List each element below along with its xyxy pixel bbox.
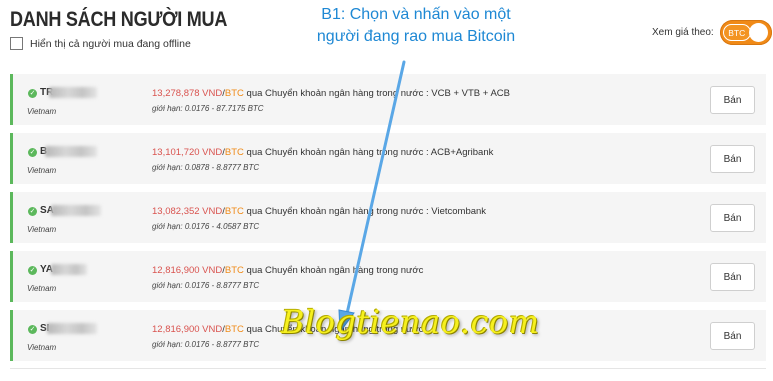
page-title: DANH SÁCH NGƯỜI MUA — [10, 8, 228, 31]
blurred-name — [45, 146, 97, 157]
offer-currency: BTC — [224, 147, 244, 158]
offer-price: 13,278,878 VND — [152, 88, 223, 99]
instruction-line-1: B1: Chọn và nhấn vào một — [321, 6, 511, 23]
list-bottom-divider — [10, 368, 766, 369]
trade-limit: giới hạn: 0.0176 - 4.0587 BTC — [152, 222, 260, 231]
check-circle-icon: ✓ — [28, 325, 37, 334]
sell-button[interactable]: Bán — [710, 322, 755, 350]
sell-button[interactable]: Bán — [710, 204, 755, 232]
offer-details: 13,082,352 VND/BTC qua Chuyển khoản ngân… — [152, 206, 487, 217]
buyer-country: Vietnam — [27, 107, 57, 116]
trade-limit: giới hạn: 0.0176 - 8.8777 BTC — [152, 281, 260, 290]
offer-currency: BTC — [224, 265, 244, 276]
sell-button[interactable]: Bán — [710, 263, 755, 291]
check-circle-icon: ✓ — [28, 266, 37, 275]
payment-method: qua Chuyển khoản ngân hàng trong nước — [243, 265, 424, 276]
check-circle-icon: ✓ — [28, 207, 37, 216]
trade-limit: giới hạn: 0.0176 - 87.7175 BTC — [152, 104, 264, 113]
payment-method: qua Chuyển khoản ngân hàng trong nước : … — [243, 147, 494, 158]
sell-button[interactable]: Bán — [710, 145, 755, 173]
offer-price: 12,816,900 VND — [152, 324, 223, 335]
offer-details: 13,278,878 VND/BTC qua Chuyển khoản ngân… — [152, 88, 510, 99]
buyer-row[interactable]: ✓ TR Vietnam 13,278,878 VND/BTC qua Chuy… — [10, 74, 766, 125]
instruction-annotation: B1: Chọn và nhấn vào một người đang rao … — [296, 4, 536, 48]
price-view-label: Xem giá theo: — [652, 27, 714, 38]
show-offline-option[interactable]: Hiển thị cả người mua đang offline — [10, 37, 191, 50]
buyer-row[interactable]: ✓ YA Vietnam 12,816,900 VND/BTC qua Chuy… — [10, 251, 766, 302]
currency-toggle[interactable]: BTC — [719, 20, 772, 45]
blurred-name — [51, 264, 87, 275]
currency-toggle-label: BTC — [722, 24, 751, 41]
watermark-logo: Blogtienao.com — [281, 303, 540, 341]
offer-price: 13,082,352 VND — [152, 206, 223, 217]
blurred-name — [51, 205, 101, 216]
offer-price: 12,816,900 VND — [152, 265, 223, 276]
buyer-country: Vietnam — [27, 166, 57, 175]
toggle-switch-knob — [748, 23, 768, 42]
check-circle-icon: ✓ — [28, 89, 37, 98]
price-currency-selector: Xem giá theo: BTC — [652, 20, 772, 45]
payment-method: qua Chuyển khoản ngân hàng trong nước : … — [243, 88, 510, 99]
blurred-name — [47, 323, 97, 334]
buyer-country: Vietnam — [27, 225, 57, 234]
check-circle-icon: ✓ — [28, 148, 37, 157]
offer-currency: BTC — [224, 88, 244, 99]
trade-limit: giới hạn: 0.0176 - 8.8777 BTC — [152, 340, 260, 349]
show-offline-checkbox[interactable] — [10, 37, 23, 50]
buyer-row[interactable]: ✓ B Vietnam 13,101,720 VND/BTC qua Chuyể… — [10, 133, 766, 184]
offer-details: 12,816,900 VND/BTC qua Chuyển khoản ngân… — [152, 265, 424, 276]
payment-method: qua Chuyển khoản ngân hàng trong nước : … — [243, 206, 487, 217]
sell-button[interactable]: Bán — [710, 86, 755, 114]
show-offline-label: Hiển thị cả người mua đang offline — [30, 37, 191, 50]
blurred-name — [49, 87, 97, 98]
offer-details: 13,101,720 VND/BTC qua Chuyển khoản ngân… — [152, 147, 494, 158]
trade-limit: giới hạn: 0.0878 - 8.8777 BTC — [152, 163, 260, 172]
offer-currency: BTC — [224, 206, 244, 217]
buyer-country: Vietnam — [27, 284, 57, 293]
buyer-country: Vietnam — [27, 343, 57, 352]
offer-currency: BTC — [224, 324, 244, 335]
offer-price: 13,101,720 VND — [152, 147, 223, 158]
instruction-line-2: người đang rao mua Bitcoin — [316, 28, 516, 45]
buyer-row[interactable]: ✓ SA Vietnam 13,082,352 VND/BTC qua Chuy… — [10, 192, 766, 243]
